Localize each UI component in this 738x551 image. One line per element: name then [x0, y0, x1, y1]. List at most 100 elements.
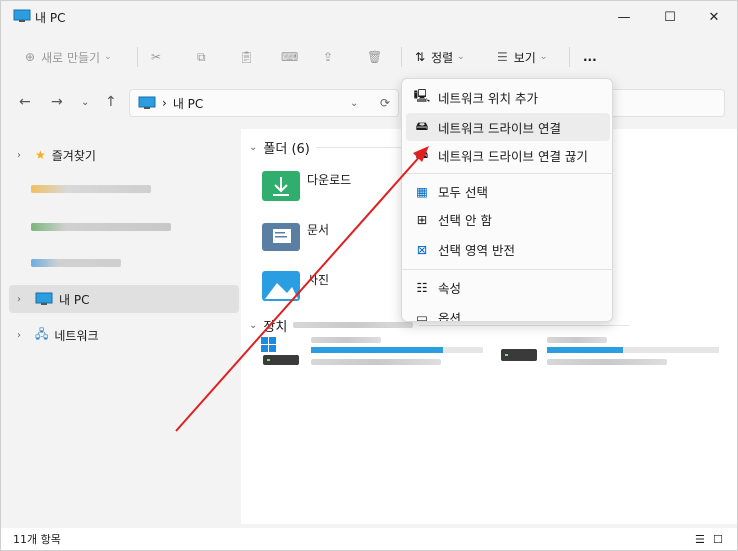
delete-button[interactable]: 🗑︎ — [367, 45, 382, 69]
menu-item-options[interactable]: ▭ 옵션 — [406, 303, 610, 322]
new-button[interactable]: ⊕ 새로 만들기 ⌄ — [25, 45, 112, 69]
rename-icon: ⌨ — [281, 50, 299, 64]
menu-item-disconnect-network-drive[interactable]: 🖴︎ 네트워크 드라이브 연결 끊기 — [406, 141, 610, 169]
monitor-icon — [35, 292, 53, 305]
menu-item-add-network-location[interactable]: 🖳︎ 네트워크 위치 추가 — [406, 83, 610, 111]
cut-button[interactable]: ✂ — [151, 45, 161, 69]
sidebar-item-blurred[interactable] — [9, 249, 239, 277]
scissors-icon: ✂ — [151, 50, 162, 64]
refresh-icon[interactable]: ⟳ — [380, 96, 390, 110]
breadcrumb-separator: › — [162, 96, 167, 110]
folder-label: 다운로드 — [307, 173, 352, 187]
up-button[interactable]: ↑ — [105, 94, 117, 110]
minimize-button[interactable]: — — [601, 1, 647, 33]
back-button[interactable]: ← — [19, 94, 31, 110]
downloads-folder-icon — [262, 171, 300, 201]
sidebar-item-this-pc[interactable]: › 내 PC — [9, 285, 239, 313]
tiles-view-icon[interactable]: ☐ — [713, 533, 723, 546]
close-button[interactable]: ✕ — [691, 1, 737, 33]
copy-button[interactable]: ⧉ — [197, 45, 206, 69]
trash-icon: 🗑︎ — [367, 50, 383, 64]
chevron-down-icon: ⌄ — [457, 52, 465, 62]
documents-folder-icon — [262, 223, 300, 251]
disconnect-drive-icon: 🖴︎ — [415, 145, 429, 161]
paste-button[interactable]: 📋︎ — [239, 45, 254, 69]
copy-icon: ⧉ — [197, 49, 206, 64]
menu-item-select-all[interactable]: ▦ 모두 선택 — [406, 177, 610, 205]
maximize-button[interactable]: ☐ — [647, 1, 693, 33]
menu-item-label: 옵션 — [438, 310, 462, 322]
chevron-down-icon: ⌄ — [104, 52, 112, 62]
view-icon: ☰ — [497, 50, 508, 64]
file-explorer-window: 내 PC — ☐ ✕ ⊕ 새로 만들기 ⌄ ✂ ⧉ 📋︎ ⌨ ⇪ 🗑︎ ⇅ 정렬… — [0, 0, 738, 551]
command-bar: ⊕ 새로 만들기 ⌄ ✂ ⧉ 📋︎ ⌨ ⇪ 🗑︎ ⇅ 정렬 ⌄ ☰ 보기 ⌄ .… — [1, 37, 737, 77]
rename-button[interactable]: ⌨ — [281, 45, 298, 69]
menu-item-label: 네트워크 위치 추가 — [438, 90, 538, 106]
recent-locations-button[interactable]: ⌄ — [81, 97, 89, 108]
menu-item-label: 속성 — [438, 280, 462, 296]
drive-icon — [501, 349, 537, 361]
plus-circle-icon: ⊕ — [25, 50, 36, 64]
search-input[interactable] — [605, 89, 725, 117]
navigation-pane: › ★ 즐겨찾기 › 내 PC › 🖧 네트워크 — [1, 129, 241, 524]
monitor-icon — [138, 96, 156, 109]
menu-item-properties[interactable]: ☷ 속성 — [406, 273, 610, 301]
chevron-down-icon: ⌄ — [539, 52, 548, 62]
pictures-folder-icon — [262, 271, 300, 301]
chevron-right-icon[interactable]: › — [9, 294, 29, 305]
chevron-down-icon: ⌄ — [249, 141, 258, 153]
sort-button[interactable]: ⇅ 정렬 ⌄ — [415, 45, 465, 69]
details-view-icon[interactable]: ☰ — [695, 533, 705, 546]
folder-item[interactable]: 사진 — [261, 269, 329, 303]
sidebar-item-blurred[interactable] — [9, 175, 239, 203]
forward-button[interactable]: → — [51, 94, 63, 110]
sort-icon: ⇅ — [415, 50, 426, 64]
sidebar-item-favorites[interactable]: › ★ 즐겨찾기 — [9, 141, 239, 169]
share-button[interactable]: ⇪ — [323, 45, 333, 69]
breadcrumb-location: 내 PC — [172, 96, 204, 111]
sidebar-label: 즐겨찾기 — [51, 148, 96, 163]
network-icon: 🖧 — [35, 326, 49, 341]
options-icon: ▭ — [416, 309, 428, 322]
address-bar-row: ← → ⌄ ↑ › 내 PC ⌄ ⟳ — [1, 85, 737, 121]
menu-item-label: 선택 안 함 — [438, 212, 492, 228]
menu-divider — [402, 269, 612, 270]
invert-selection-icon: ⊠ — [416, 241, 428, 257]
menu-item-label: 네트워크 드라이브 연결 — [438, 120, 561, 136]
network-location-icon: 🖳︎ — [413, 87, 431, 103]
toolbar-divider — [137, 47, 138, 67]
window-title: 내 PC — [35, 11, 66, 25]
more-options-menu: 🖳︎ 네트워크 위치 추가 🖴︎ 네트워크 드라이브 연결 🖴︎ 네트워크 드라… — [401, 78, 613, 322]
menu-item-map-network-drive[interactable]: 🖴︎ 네트워크 드라이브 연결 — [406, 113, 610, 141]
menu-item-select-none[interactable]: ⊞ 선택 안 함 — [406, 205, 610, 233]
clipboard-icon: 📋︎ — [239, 50, 255, 64]
sidebar-item-network[interactable]: › 🖧 네트워크 — [9, 321, 239, 349]
monitor-icon — [13, 9, 31, 22]
menu-item-invert-selection[interactable]: ⊠ 선택 영역 반전 — [406, 235, 610, 263]
map-drive-icon: 🖴︎ — [415, 117, 429, 133]
address-dropdown-icon[interactable]: ⌄ — [350, 98, 358, 109]
title-bar: 내 PC — ☐ ✕ — [1, 1, 737, 33]
drive-item[interactable] — [499, 337, 719, 370]
properties-icon: ☷ — [416, 279, 428, 295]
menu-divider — [402, 173, 612, 174]
more-button[interactable]: ... — [583, 45, 597, 69]
sidebar-item-blurred[interactable] — [9, 213, 239, 241]
chevron-right-icon[interactable]: › — [9, 330, 29, 341]
menu-item-label: 모두 선택 — [438, 184, 488, 200]
view-button[interactable]: ☰ 보기 ⌄ — [497, 45, 547, 69]
folder-item[interactable]: 문서 — [261, 219, 329, 253]
star-icon: ★ — [35, 148, 46, 162]
folder-item[interactable]: 다운로드 — [261, 169, 351, 203]
sort-label: 정렬 — [431, 50, 454, 65]
drive-item[interactable] — [261, 337, 483, 370]
status-bar: 11개 항목 ☰ ☐ — [1, 528, 737, 550]
address-field[interactable]: › 내 PC ⌄ ⟳ — [129, 89, 399, 117]
folders-group-title: 폴더 (6) — [263, 141, 310, 157]
folders-group-header[interactable]: ⌄ 폴더 (6) — [249, 137, 409, 157]
share-icon: ⇪ — [323, 50, 334, 64]
toolbar-divider — [401, 47, 402, 67]
chevron-right-icon[interactable]: › — [9, 150, 29, 161]
view-label: 보기 — [513, 50, 536, 65]
sidebar-label: 네트워크 — [54, 328, 99, 343]
